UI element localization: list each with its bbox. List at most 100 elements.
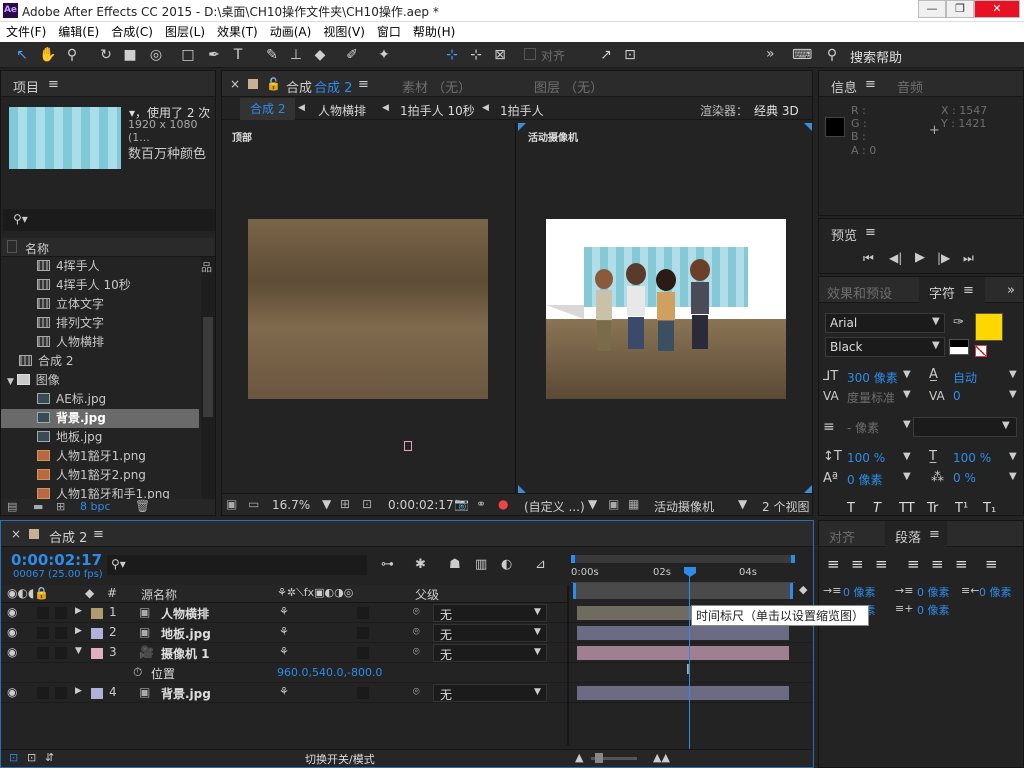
list-item[interactable]: ▼ 图像 bbox=[1, 371, 199, 390]
solo-toggle[interactable] bbox=[37, 687, 49, 699]
list-item[interactable]: 排列文字 bbox=[1, 314, 199, 333]
font-style-dropdown[interactable]: Black ▼ bbox=[825, 337, 945, 357]
flowchart-icon[interactable]: 品 bbox=[201, 259, 212, 275]
rectangle-tool-icon[interactable]: □ bbox=[178, 45, 198, 65]
type-tool-icon[interactable]: T bbox=[228, 45, 248, 65]
paragraph-menu-icon[interactable]: ≡ bbox=[929, 527, 940, 542]
zoom-slider[interactable] bbox=[591, 753, 637, 763]
shy-layers-icon[interactable]: ☗ bbox=[449, 557, 461, 572]
horizontal-scale-value[interactable]: 100 % bbox=[953, 451, 991, 465]
layer-duration-bar[interactable] bbox=[577, 646, 789, 660]
lock-toggle[interactable] bbox=[55, 647, 67, 659]
playhead[interactable] bbox=[689, 571, 690, 749]
eye-icon[interactable]: ◉ bbox=[7, 645, 17, 659]
bit-depth-label[interactable]: 8 bpc bbox=[80, 500, 111, 513]
property-row-position[interactable]: ⏱ 位置 960.0,540.0,-800.0 bbox=[1, 663, 813, 683]
paragraph-tab[interactable]: 段落 bbox=[895, 527, 921, 546]
info-menu-icon[interactable]: ≡ bbox=[865, 77, 876, 92]
list-item[interactable]: 4挥手人 10秒 bbox=[1, 276, 199, 295]
expand-arrow-icon[interactable]: ▶ bbox=[75, 626, 82, 636]
lock-toggle[interactable] bbox=[55, 627, 67, 639]
3d-layer-toggle[interactable] bbox=[357, 647, 369, 659]
all-caps-button[interactable]: TT bbox=[899, 501, 915, 516]
kerning-dropdown-icon[interactable]: ▼ bbox=[903, 389, 911, 400]
breadcrumb-item-comp2[interactable]: 合成 2 bbox=[240, 98, 296, 120]
parent-dropdown[interactable]: 无 ▼ bbox=[433, 644, 547, 662]
label-column-icon[interactable] bbox=[7, 240, 17, 253]
close-comp-icon[interactable]: × bbox=[230, 77, 240, 91]
layer-duration-bar[interactable] bbox=[577, 626, 789, 640]
project-scrollbar[interactable] bbox=[201, 257, 215, 499]
no-fill-icon[interactable] bbox=[975, 345, 987, 357]
list-item[interactable]: 4挥手人 bbox=[1, 257, 199, 276]
expand-arrow-icon[interactable]: ▼ bbox=[75, 646, 82, 656]
lock-toggle[interactable] bbox=[55, 607, 67, 619]
layer-name[interactable]: 地板.jpg bbox=[161, 625, 211, 642]
solo-toggle[interactable] bbox=[37, 627, 49, 639]
camera-tool-icon[interactable]: ■ bbox=[120, 45, 140, 65]
pan-behind-tool-icon[interactable]: ◎ bbox=[146, 45, 166, 65]
new-folder-icon[interactable]: ▬ bbox=[33, 500, 43, 513]
close-button[interactable]: ✕ bbox=[974, 0, 1020, 18]
layer-name[interactable]: 人物横排 bbox=[161, 605, 209, 622]
snap-feature-icon[interactable]: ⊡ bbox=[620, 45, 640, 65]
scrollbar-thumb[interactable] bbox=[203, 317, 213, 417]
zoom-level[interactable]: 16.7% bbox=[272, 498, 310, 512]
parent-header[interactable]: 父级 bbox=[415, 586, 439, 603]
zoom-in-icon[interactable]: ▲▲ bbox=[653, 751, 670, 764]
lock-icon[interactable]: 🔓 bbox=[266, 77, 281, 91]
project-search-input[interactable]: ⚲▾ bbox=[3, 209, 215, 231]
selection-tool-icon[interactable]: ↖ bbox=[12, 45, 32, 65]
stopwatch-icon[interactable]: ⏱ bbox=[133, 665, 142, 680]
3d-layer-toggle[interactable] bbox=[357, 627, 369, 639]
tsume-value[interactable]: 0 % bbox=[953, 471, 976, 485]
justify-left-icon[interactable]: ≡ bbox=[907, 555, 920, 573]
preview-tab[interactable]: 预览 bbox=[831, 225, 857, 244]
layer-label-swatch[interactable] bbox=[91, 688, 103, 699]
fill-color-swatch[interactable] bbox=[975, 313, 1003, 341]
delete-icon[interactable]: 🗑 bbox=[135, 499, 150, 513]
monitor-icon[interactable]: ▭ bbox=[248, 497, 259, 511]
menu-window[interactable]: 窗口 bbox=[371, 22, 407, 42]
stroke-dropdown-icon[interactable]: ▼ bbox=[903, 419, 911, 430]
kerning-value[interactable]: 度量标准 bbox=[847, 389, 895, 406]
panel-more-icon[interactable]: » bbox=[1007, 283, 1015, 298]
subscript-button[interactable]: T₁ bbox=[983, 501, 996, 516]
camera-dropdown-icon[interactable]: ▼ bbox=[738, 497, 747, 511]
source-name-header[interactable]: 源名称 bbox=[141, 586, 177, 603]
layer-switches-icon[interactable]: ⊡ bbox=[9, 751, 18, 764]
parent-pickwhip-icon[interactable]: ⌾ bbox=[413, 625, 420, 639]
snap-checkbox[interactable] bbox=[524, 48, 536, 60]
restore-button[interactable]: ❐ bbox=[946, 0, 974, 18]
first-frame-icon[interactable]: ⏮ bbox=[863, 251, 874, 266]
comp-menu-icon[interactable]: ≡ bbox=[358, 77, 369, 92]
minimize-button[interactable]: — bbox=[918, 0, 946, 18]
justify-center-icon[interactable]: ≡ bbox=[931, 555, 944, 573]
layer-label-swatch[interactable] bbox=[91, 608, 103, 619]
menu-effect[interactable]: 效果(T) bbox=[211, 22, 264, 42]
draft-3d-icon[interactable]: ✱ bbox=[415, 557, 426, 572]
eye-icon[interactable]: ◉ bbox=[7, 605, 17, 619]
parent-dropdown[interactable]: 无 ▼ bbox=[433, 604, 547, 622]
comp-tab-prefix[interactable]: 合成 bbox=[286, 77, 312, 96]
preview-menu-icon[interactable]: ≡ bbox=[865, 225, 876, 240]
shy-switch-icon[interactable]: ⚘ bbox=[279, 625, 289, 638]
menu-view[interactable]: 视图(V) bbox=[317, 22, 371, 42]
expand-arrow-icon[interactable]: ▶ bbox=[75, 686, 82, 696]
leading-value[interactable]: 自动 bbox=[953, 369, 977, 386]
list-item[interactable]: 立体文字 bbox=[1, 295, 199, 314]
eraser-tool-icon[interactable]: ◆ bbox=[310, 45, 330, 65]
menu-composition[interactable]: 合成(C) bbox=[105, 22, 159, 42]
view-active-camera[interactable]: 活动摄像机 bbox=[518, 123, 812, 493]
comp-mini-flowchart-icon[interactable]: ⊶ bbox=[381, 557, 394, 572]
effects-presets-tab[interactable]: 效果和预设 bbox=[827, 283, 892, 302]
renderer-value[interactable]: 经典 3D bbox=[754, 102, 799, 119]
pen-tool-icon[interactable]: ✒ bbox=[204, 45, 224, 65]
info-tab[interactable]: 信息 bbox=[831, 77, 857, 96]
align-center-icon[interactable]: ≡ bbox=[851, 555, 864, 573]
brush-tool-icon[interactable]: ✎ bbox=[262, 45, 282, 65]
align-right-icon[interactable]: ≡ bbox=[875, 555, 888, 573]
font-family-dropdown[interactable]: Arial ▼ bbox=[825, 313, 945, 333]
audio-tab[interactable]: 音频 bbox=[897, 77, 923, 96]
indent-first-value[interactable]: 0 像素 bbox=[917, 584, 950, 600]
